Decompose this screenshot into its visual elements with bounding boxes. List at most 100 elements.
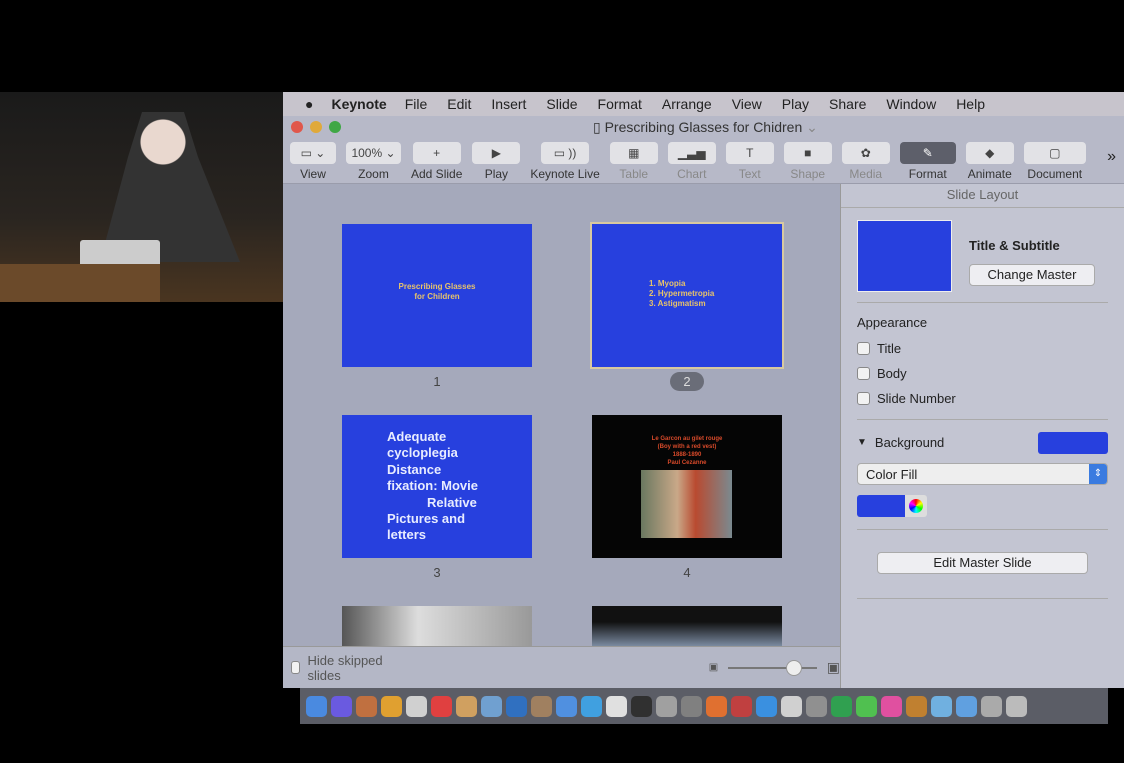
dock-app-icon[interactable] xyxy=(406,695,427,717)
zoom-icon: 100% ⌄ xyxy=(346,142,401,164)
toolbar-label: Text xyxy=(738,167,761,181)
slide-thumbnail-1[interactable]: Prescribing Glasses for Children xyxy=(342,224,532,367)
document-title[interactable]: ▯ Prescribing Glasses for Chidren ⌄ xyxy=(593,119,818,136)
close-button[interactable] xyxy=(291,121,303,133)
checkbox-body[interactable]: Body xyxy=(857,361,1108,386)
toolbar: ▭ ⌄ View 100% ⌄ Zoom + Add Slide ▶ Play ▭ )) Keyn… xyxy=(283,138,1124,184)
dock-app-icon[interactable] xyxy=(581,695,602,717)
fill-color-well[interactable] xyxy=(857,495,905,517)
toolbar-keynote-live-button[interactable]: ▭ )) Keynote Live xyxy=(530,142,600,181)
dock-app-icon[interactable] xyxy=(381,695,402,717)
dock-app-icon[interactable] xyxy=(456,695,477,717)
dock-app-icon[interactable] xyxy=(631,695,652,717)
slide-text: 3. Astigmatism xyxy=(649,299,706,308)
toolbar-play-button[interactable]: ▶ Play xyxy=(472,142,521,181)
view-icon: ▭ ⌄ xyxy=(290,142,336,164)
apple-icon[interactable]: ● xyxy=(305,96,313,112)
change-master-button[interactable]: Change Master xyxy=(969,264,1095,286)
zoom-button[interactable] xyxy=(329,121,341,133)
minimize-button[interactable] xyxy=(310,121,322,133)
dock-app-icon[interactable] xyxy=(856,695,877,717)
dock-app-icon[interactable] xyxy=(331,695,352,717)
hide-skipped-checkbox[interactable] xyxy=(291,661,301,674)
slide-thumbnail-2[interactable]: 1. Myopia 2. Hypermetropia 3. Astigmatism xyxy=(590,222,784,369)
dock-app-icon[interactable] xyxy=(906,695,927,717)
dock-app-icon[interactable] xyxy=(506,695,527,717)
dock-app-icon[interactable] xyxy=(356,695,377,717)
dock-app-icon[interactable] xyxy=(1006,695,1027,717)
toolbar-document-button[interactable]: ▢ Document xyxy=(1023,142,1086,181)
disclosure-triangle-icon[interactable]: ▼ xyxy=(857,437,867,448)
slide-text: Le Garcon au gilet rouge xyxy=(651,436,723,442)
dock-app-icon[interactable] xyxy=(756,695,777,717)
dock-app-icon[interactable] xyxy=(706,695,727,717)
dock-app-icon[interactable] xyxy=(606,695,627,717)
dock-app-icon[interactable] xyxy=(656,695,677,717)
dock-app-icon[interactable] xyxy=(731,695,752,717)
menu-edit[interactable]: Edit xyxy=(447,96,471,112)
menu-slide[interactable]: Slide xyxy=(546,96,577,112)
toolbar-table-button[interactable]: ▦ Table xyxy=(609,142,658,181)
toolbar-add-slide-button[interactable]: + Add Slide xyxy=(411,142,462,181)
menu-file[interactable]: File xyxy=(405,96,428,112)
toolbar-label: Format xyxy=(908,167,947,181)
dock-app-icon[interactable] xyxy=(681,695,702,717)
dock-app-icon[interactable] xyxy=(481,695,502,717)
dock-app-icon[interactable] xyxy=(806,695,827,717)
toolbar-label: Zoom xyxy=(358,167,389,181)
background-heading: Background xyxy=(874,435,945,450)
dock-app-icon[interactable] xyxy=(531,695,552,717)
slide-text: Distance xyxy=(387,461,442,477)
text-icon: T xyxy=(725,142,774,164)
master-name: Title & Subtitle xyxy=(969,238,1060,253)
slide-number: 4 xyxy=(683,565,691,580)
toolbar-label: Document xyxy=(1027,167,1083,181)
menu-view[interactable]: View xyxy=(732,96,762,112)
checkbox-title[interactable]: Title xyxy=(857,336,1108,361)
toolbar-view-button[interactable]: ▭ ⌄ View xyxy=(290,142,336,181)
menu-play[interactable]: Play xyxy=(782,96,809,112)
dock-app-icon[interactable] xyxy=(781,695,802,717)
checkbox-slide-number[interactable]: Slide Number xyxy=(857,386,1108,411)
toolbar-animate-button[interactable]: ◆ Animate xyxy=(965,142,1014,181)
toolbar-text-button[interactable]: T Text xyxy=(725,142,774,181)
fill-type-select[interactable]: Color Fill ⇕ xyxy=(857,463,1108,485)
slide-thumbnail-6[interactable] xyxy=(592,606,782,646)
slide-thumbnail-3[interactable]: Adequate cycloplegia Distance fixation: Mov… xyxy=(342,415,532,558)
menu-app[interactable]: Keynote xyxy=(331,96,386,112)
appearance-heading: Appearance xyxy=(857,315,928,330)
slide-thumbnail-5[interactable] xyxy=(342,606,532,646)
menu-format[interactable]: Format xyxy=(598,96,642,112)
slide-navigator[interactable]: Prescribing Glasses for Children 1 1. Myopi… xyxy=(283,184,840,646)
edit-master-slide-button[interactable]: Edit Master Slide xyxy=(877,552,1088,574)
thumbnail-size-slider[interactable] xyxy=(728,659,817,676)
panel-header: Slide Layout xyxy=(841,184,1124,208)
dock-app-icon[interactable] xyxy=(556,695,577,717)
toolbar-overflow[interactable]: » xyxy=(1107,148,1116,166)
toolbar-shape-button[interactable]: ■ Shape xyxy=(783,142,832,181)
table-icon: ▦ xyxy=(609,142,658,164)
color-wheel-icon[interactable] xyxy=(905,495,927,517)
menu-arrange[interactable]: Arrange xyxy=(662,96,712,112)
dock-app-icon[interactable] xyxy=(981,695,1002,717)
toolbar-zoom-button[interactable]: 100% ⌄ Zoom xyxy=(346,142,401,181)
dock-app-icon[interactable] xyxy=(956,695,977,717)
dock-app-icon[interactable] xyxy=(306,695,327,717)
dock-app-icon[interactable] xyxy=(931,695,952,717)
menu-help[interactable]: Help xyxy=(956,96,985,112)
menu-insert[interactable]: Insert xyxy=(491,96,526,112)
background-color-well[interactable] xyxy=(1038,431,1108,454)
menu-window[interactable]: Window xyxy=(886,96,936,112)
master-preview[interactable] xyxy=(857,220,952,292)
toolbar-media-button[interactable]: ✿ Media xyxy=(841,142,890,181)
menu-share[interactable]: Share xyxy=(829,96,866,112)
slide-thumbnail-4[interactable]: Le Garcon au gilet rouge (Boy with a red … xyxy=(592,415,782,558)
slide-text: Prescribing Glasses xyxy=(398,282,476,291)
navigator-bottombar: Hide skipped slides ▣ ▣ xyxy=(283,646,840,688)
add-slide-icon: + xyxy=(412,142,461,164)
dock-app-icon[interactable] xyxy=(881,695,902,717)
toolbar-chart-button[interactable]: ▁▃▅ Chart xyxy=(667,142,716,181)
toolbar-format-button[interactable]: ✎ Format xyxy=(899,142,956,181)
dock-app-icon[interactable] xyxy=(831,695,852,717)
dock-app-icon[interactable] xyxy=(431,695,452,717)
